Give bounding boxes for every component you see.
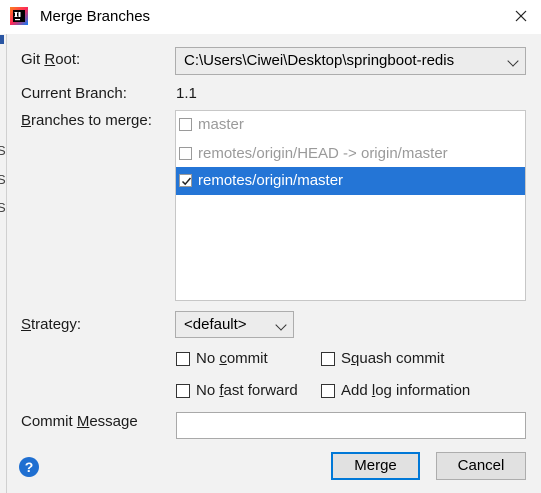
branch-list[interactable]: master remotes/origin/HEAD -> origin/mas… [175, 110, 526, 301]
no-fast-forward-option[interactable]: No fast forward [176, 382, 316, 401]
branch-checkbox[interactable] [179, 118, 192, 131]
git-root-label: Git Root: [21, 51, 81, 68]
cancel-button[interactable]: Cancel [436, 452, 526, 480]
branch-checkbox[interactable] [179, 174, 192, 187]
git-root-value: C:\Users\Ciwei\Desktop\springboot-redis [184, 52, 455, 69]
no-fast-forward-label: No fast forward [196, 382, 298, 399]
list-item[interactable]: master [176, 111, 525, 139]
background-window-letter: S [0, 200, 6, 215]
git-root-dropdown[interactable]: C:\Users\Ciwei\Desktop\springboot-redis [175, 47, 526, 75]
check-icon [181, 177, 192, 186]
list-item[interactable]: remotes/origin/master [176, 167, 525, 195]
commit-message-field[interactable] [176, 412, 526, 439]
strategy-value: <default> [184, 316, 247, 333]
add-log-information-option[interactable]: Add log information [321, 382, 501, 401]
help-button[interactable]: ? [19, 457, 39, 477]
branch-label: master [198, 116, 244, 133]
branch-checkbox[interactable] [179, 147, 192, 160]
add-log-information-checkbox[interactable] [321, 384, 335, 398]
current-branch-label: Current Branch: [21, 85, 127, 102]
branch-label: remotes/origin/HEAD -> origin/master [198, 145, 448, 162]
background-window-marker [0, 35, 4, 44]
intellij-icon [10, 7, 28, 25]
background-window-letter: S [0, 172, 6, 187]
close-button[interactable] [508, 4, 534, 28]
list-item[interactable]: remotes/origin/HEAD -> origin/master [176, 140, 525, 168]
squash-commit-label: Squash commit [341, 350, 445, 367]
current-branch-value: 1.1 [176, 85, 197, 102]
add-log-information-label: Add log information [341, 382, 471, 399]
close-icon [515, 10, 527, 22]
no-commit-checkbox[interactable] [176, 352, 190, 366]
strategy-label: Strategy: [21, 316, 82, 333]
commit-message-label: Commit Message [21, 413, 138, 430]
branches-label: Branches to merge: [21, 112, 152, 129]
background-window-edge [0, 34, 7, 493]
branch-label: remotes/origin/master [198, 172, 344, 189]
window-title: Merge Branches [40, 8, 151, 25]
title-bar: Merge Branches [0, 0, 541, 34]
chevron-down-icon [507, 55, 519, 67]
merge-button[interactable]: Merge [331, 452, 420, 480]
background-window-letter: S [0, 143, 6, 158]
strategy-dropdown[interactable]: <default> [175, 311, 294, 338]
no-commit-label: No commit [196, 350, 268, 367]
no-commit-option[interactable]: No commit [176, 350, 296, 369]
squash-commit-checkbox[interactable] [321, 352, 335, 366]
no-fast-forward-checkbox[interactable] [176, 384, 190, 398]
chevron-down-icon [275, 319, 287, 331]
squash-commit-option[interactable]: Squash commit [321, 350, 471, 369]
